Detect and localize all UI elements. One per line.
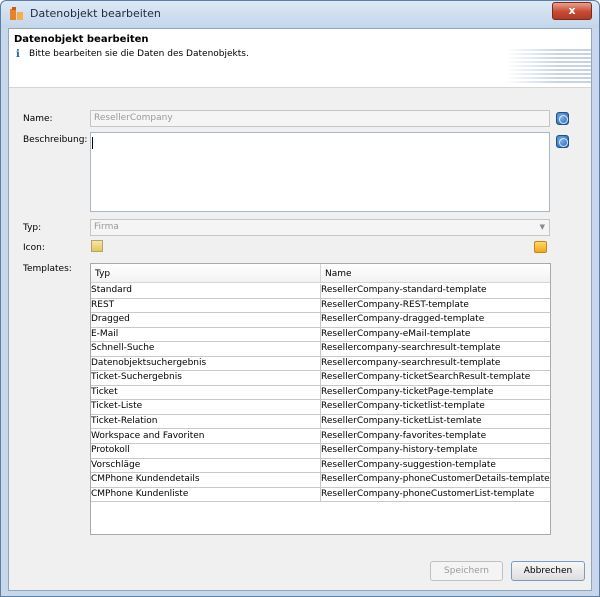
templates-label: Templates:: [23, 264, 72, 274]
table-row[interactable]: Schnell-Suche Resellercompany-searchresul…: [91, 342, 550, 357]
template-type-cell: Schnell-Suche: [91, 343, 155, 354]
table-row[interactable]: Standard ResellerCompany-standard-templat…: [91, 284, 550, 299]
template-type-cell: REST: [91, 299, 115, 310]
name-label: Name:: [23, 114, 53, 124]
template-type-cell: Workspace and Favoriten: [91, 430, 205, 441]
window-title: Datenobjekt bearbeiten: [30, 7, 161, 20]
table-row[interactable]: Ticket-Relation ResellerCompany-ticketLis…: [91, 414, 550, 430]
table-header: Typ Name: [91, 264, 550, 283]
save-button[interactable]: Speichern: [430, 561, 503, 581]
template-name-cell: ResellerCompany-eMail-template: [321, 328, 471, 339]
table-row[interactable]: Ticket-Suchergebnis ResellerCompany-ticke…: [91, 371, 550, 386]
templates-table[interactable]: Typ Name Standard ResellerCompany-standar…: [90, 263, 551, 535]
template-type-cell: Vorschläge: [91, 459, 141, 470]
template-type-cell: Ticket-Liste: [91, 401, 143, 412]
table-row[interactable]: Dragged ResellerCompany-dragged-template: [91, 313, 550, 328]
type-select[interactable]: Firma ▼: [90, 219, 550, 236]
text-cursor: [92, 137, 93, 149]
close-button[interactable]: x: [552, 2, 592, 20]
table-row[interactable]: CMPhone Kundendetails ResellerCompany-pho…: [91, 473, 550, 488]
name-field[interactable]: ResellerCompany: [90, 110, 550, 127]
dialog-client-area: Datenobjekt bearbeiten i Bitte bearbeite…: [8, 28, 592, 591]
description-textarea[interactable]: [90, 132, 550, 212]
header-title: Datenobjekt bearbeiten: [14, 34, 149, 45]
table-row[interactable]: Datenobjektsuchergebnis Resellercompany-s…: [91, 356, 550, 372]
template-type-cell: E-Mail: [91, 328, 119, 339]
type-label: Typ:: [23, 223, 42, 233]
table-row[interactable]: REST ResellerCompany-REST-template: [91, 298, 550, 314]
template-type-cell: Protokoll: [91, 445, 130, 456]
app-icon: [10, 7, 23, 20]
description-label: Beschreibung:: [23, 135, 88, 145]
column-header-typ[interactable]: Typ: [95, 269, 110, 279]
template-type-cell: CMPhone Kundenliste: [91, 488, 189, 499]
icon-label: Icon:: [23, 243, 45, 253]
template-name-cell: ResellerCompany-standard-template: [321, 285, 487, 295]
template-type-cell: Dragged: [91, 314, 130, 325]
image-icon: [91, 240, 103, 252]
folder-icon[interactable]: [534, 241, 547, 253]
cancel-button[interactable]: Abbrechen: [511, 561, 585, 581]
column-divider: [320, 264, 321, 283]
table-row[interactable]: Ticket-Liste ResellerCompany-ticketlist-t…: [91, 400, 550, 415]
description-translate-globe-icon[interactable]: [556, 135, 569, 148]
table-row[interactable]: E-Mail ResellerCompany-eMail-template: [91, 327, 550, 343]
template-name-cell: ResellerCompany-history-template: [321, 445, 478, 456]
header-divider: [9, 87, 591, 88]
dialog-window: Datenobjekt bearbeiten x Datenobjekt bea…: [0, 0, 600, 597]
template-name-cell: ResellerCompany-ticketSearchResult-templ…: [321, 372, 531, 383]
template-name-cell: ResellerCompany-favorites-template: [321, 430, 487, 441]
template-type-cell: Ticket: [91, 386, 118, 397]
title-bar[interactable]: Datenobjekt bearbeiten x: [1, 1, 599, 28]
dialog-header: Datenobjekt bearbeiten i Bitte bearbeite…: [9, 29, 591, 87]
table-row[interactable]: CMPhone Kundenliste ResellerCompany-phone…: [91, 487, 550, 503]
template-name-cell: ResellerCompany-suggestion-template: [321, 459, 496, 470]
template-name-cell: ResellerCompany-dragged-template: [321, 314, 485, 325]
template-name-cell: ResellerCompany-ticketlist-template: [321, 401, 485, 412]
template-name-cell: ResellerCompany-ticketPage-template: [321, 386, 494, 397]
template-type-cell: Ticket-Suchergebnis: [91, 372, 182, 383]
header-decoration: [505, 49, 591, 85]
template-name-cell: Resellercompany-searchresult-template: [321, 357, 501, 368]
name-translate-globe-icon[interactable]: [556, 112, 569, 125]
template-name-cell: ResellerCompany-ticketList-temlate: [321, 415, 482, 426]
template-type-cell: Standard: [91, 285, 132, 295]
template-type-cell: Ticket-Relation: [91, 415, 158, 426]
table-row[interactable]: Workspace and Favoriten ResellerCompany-f…: [91, 429, 550, 444]
header-subtitle: Bitte bearbeiten sie die Daten des Daten…: [29, 49, 249, 59]
dropdown-arrow-icon: ▼: [539, 223, 545, 231]
info-icon: i: [16, 49, 20, 60]
column-header-name[interactable]: Name: [325, 269, 352, 279]
template-name-cell: ResellerCompany-phoneCustomerDetails-tem…: [321, 474, 550, 485]
template-name-cell: Resellercompany-searchresult-template: [321, 343, 501, 354]
template-type-cell: CMPhone Kundendetails: [91, 474, 200, 485]
template-type-cell: Datenobjektsuchergebnis: [91, 357, 207, 368]
name-value: ResellerCompany: [94, 113, 173, 123]
table-row[interactable]: Ticket ResellerCompany-ticketPage-templat…: [91, 385, 550, 401]
type-value: Firma: [94, 222, 119, 232]
table-row[interactable]: Vorschläge ResellerCompany-suggestion-tem…: [91, 458, 550, 474]
table-row[interactable]: Protokoll ResellerCompany-history-templat…: [91, 444, 550, 459]
template-name-cell: ResellerCompany-REST-template: [321, 299, 469, 310]
template-name-cell: ResellerCompany-phoneCustomerList-templa…: [321, 488, 535, 499]
